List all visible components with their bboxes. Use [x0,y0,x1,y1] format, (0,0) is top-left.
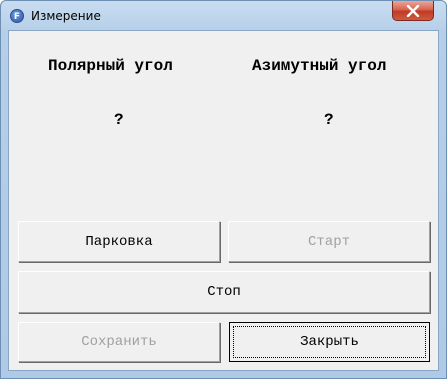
app-icon: F [10,9,24,23]
window-title: Измерение [31,9,101,23]
focus-rectangle [233,326,426,358]
azimuth-angle-label: Азимутный угол [252,57,387,75]
start-button[interactable]: Старт [228,221,430,262]
window-close-button[interactable] [392,1,434,21]
park-button[interactable]: Парковка [18,221,220,262]
stop-button-label: Стоп [207,284,241,300]
save-button-label: Сохранить [81,334,157,350]
polar-angle-label: Полярный угол [48,57,173,75]
save-button[interactable]: Сохранить [18,322,220,362]
client-area: Полярный угол Азимутный угол ? ? Парковк… [8,30,439,371]
polar-angle-value: ? [114,111,124,129]
close-icon [406,4,420,17]
azimuth-angle-value: ? [324,111,334,129]
close-button[interactable]: Закрыть [229,322,430,362]
measurement-window: F Измерение Полярный угол Азимутный угол… [0,0,447,379]
stop-button[interactable]: Стоп [18,271,430,313]
start-button-label: Старт [307,233,350,250]
park-button-label: Парковка [85,233,153,250]
title-bar[interactable]: F Измерение [1,1,446,31]
